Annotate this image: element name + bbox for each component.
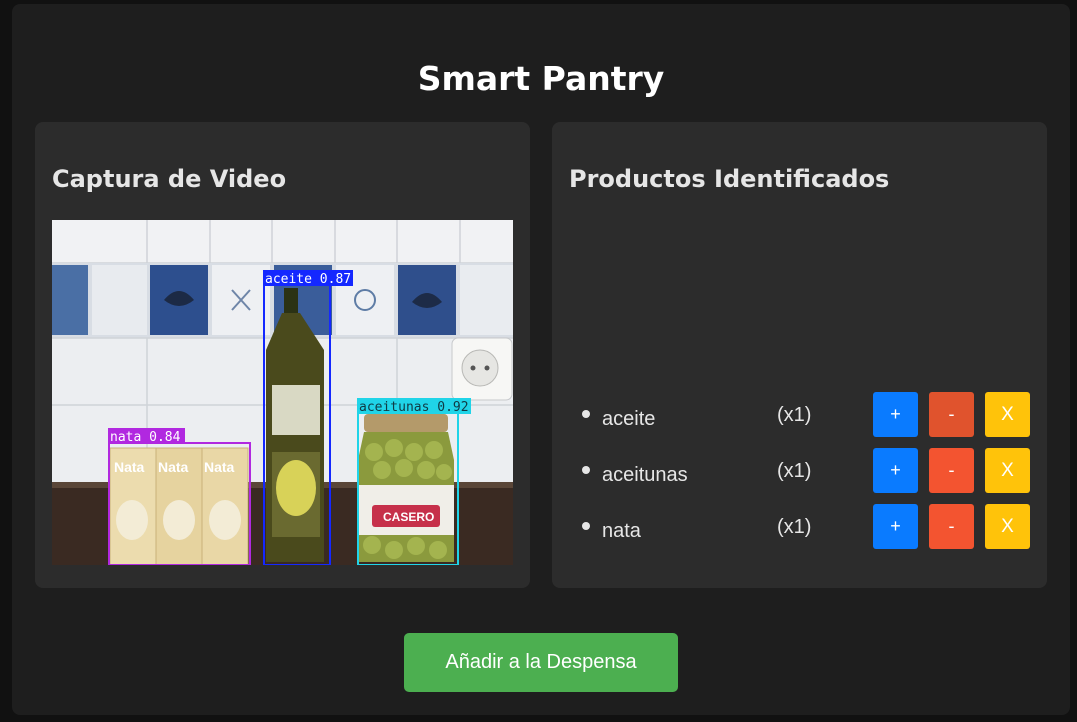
remove-button[interactable]: X bbox=[985, 504, 1030, 549]
increment-button[interactable]: + bbox=[873, 392, 918, 437]
socket-hole bbox=[484, 365, 490, 371]
white-tile bbox=[460, 265, 513, 335]
product-quantity: (x1) bbox=[777, 460, 812, 482]
video-feed: Nata Nata Nata CASERO aceite 0.87 aceitu… bbox=[52, 220, 513, 565]
socket-hole bbox=[470, 365, 476, 371]
carton-brand-text: Nata bbox=[158, 459, 189, 475]
list-item: aceitunas (x1) + - X bbox=[552, 448, 1047, 504]
product-quantity: (x1) bbox=[777, 516, 812, 538]
product-list: aceite (x1) + - X aceitunas (x1) + - X n… bbox=[552, 392, 1047, 560]
product-quantity: (x1) bbox=[777, 404, 812, 426]
list-item: aceite (x1) + - X bbox=[552, 392, 1047, 448]
remove-button[interactable]: X bbox=[985, 392, 1030, 437]
bullet-icon bbox=[582, 522, 590, 530]
product-name: aceitunas bbox=[602, 464, 688, 486]
carton-art bbox=[209, 500, 241, 540]
white-tile bbox=[92, 265, 147, 335]
add-to-pantry-button[interactable]: Añadir a la Despensa bbox=[404, 633, 678, 692]
blue-tile bbox=[52, 265, 88, 335]
video-panel: Captura de Video Nata Nata Nata CASERO a… bbox=[35, 122, 530, 588]
nata-cartons: Nata Nata Nata bbox=[109, 447, 249, 565]
app-title: Smart Pantry bbox=[417, 59, 665, 98]
decrement-button[interactable]: - bbox=[929, 448, 974, 493]
carton-art bbox=[163, 500, 195, 540]
carton-brand-text: Nata bbox=[114, 459, 145, 475]
oil-splash bbox=[276, 460, 316, 516]
bullet-icon bbox=[582, 466, 590, 474]
increment-button[interactable]: + bbox=[873, 448, 918, 493]
bullet-icon bbox=[582, 410, 590, 418]
app-container: Smart Pantry Captura de Video Nata Nata … bbox=[12, 4, 1070, 715]
bottle-label bbox=[272, 385, 320, 435]
carton-art bbox=[116, 500, 148, 540]
decrement-button[interactable]: - bbox=[929, 392, 974, 437]
remove-button[interactable]: X bbox=[985, 448, 1030, 493]
detection-label: aceitunas 0.92 bbox=[359, 400, 469, 415]
jar-lid bbox=[364, 414, 448, 432]
products-panel: Productos Identificados aceite (x1) + - … bbox=[552, 122, 1047, 588]
decrement-button[interactable]: - bbox=[929, 504, 974, 549]
bottle-cap bbox=[284, 288, 298, 313]
video-panel-title: Captura de Video bbox=[52, 165, 287, 193]
camera-frame: Nata Nata Nata CASERO aceite 0.87 aceitu… bbox=[52, 220, 513, 565]
carton-brand-text: Nata bbox=[204, 459, 235, 475]
increment-button[interactable]: + bbox=[873, 504, 918, 549]
detection-label: aceite 0.87 bbox=[265, 272, 351, 287]
product-name: aceite bbox=[602, 408, 656, 430]
olives-jar: CASERO bbox=[358, 414, 454, 562]
socket-face bbox=[461, 349, 499, 387]
detection-label: nata 0.84 bbox=[110, 430, 181, 445]
products-panel-title: Productos Identificados bbox=[569, 165, 890, 193]
wall-tiles-top bbox=[52, 220, 513, 265]
jar-label-text: CASERO bbox=[383, 510, 434, 524]
list-item: nata (x1) + - X bbox=[552, 504, 1047, 560]
product-name: nata bbox=[602, 520, 641, 542]
